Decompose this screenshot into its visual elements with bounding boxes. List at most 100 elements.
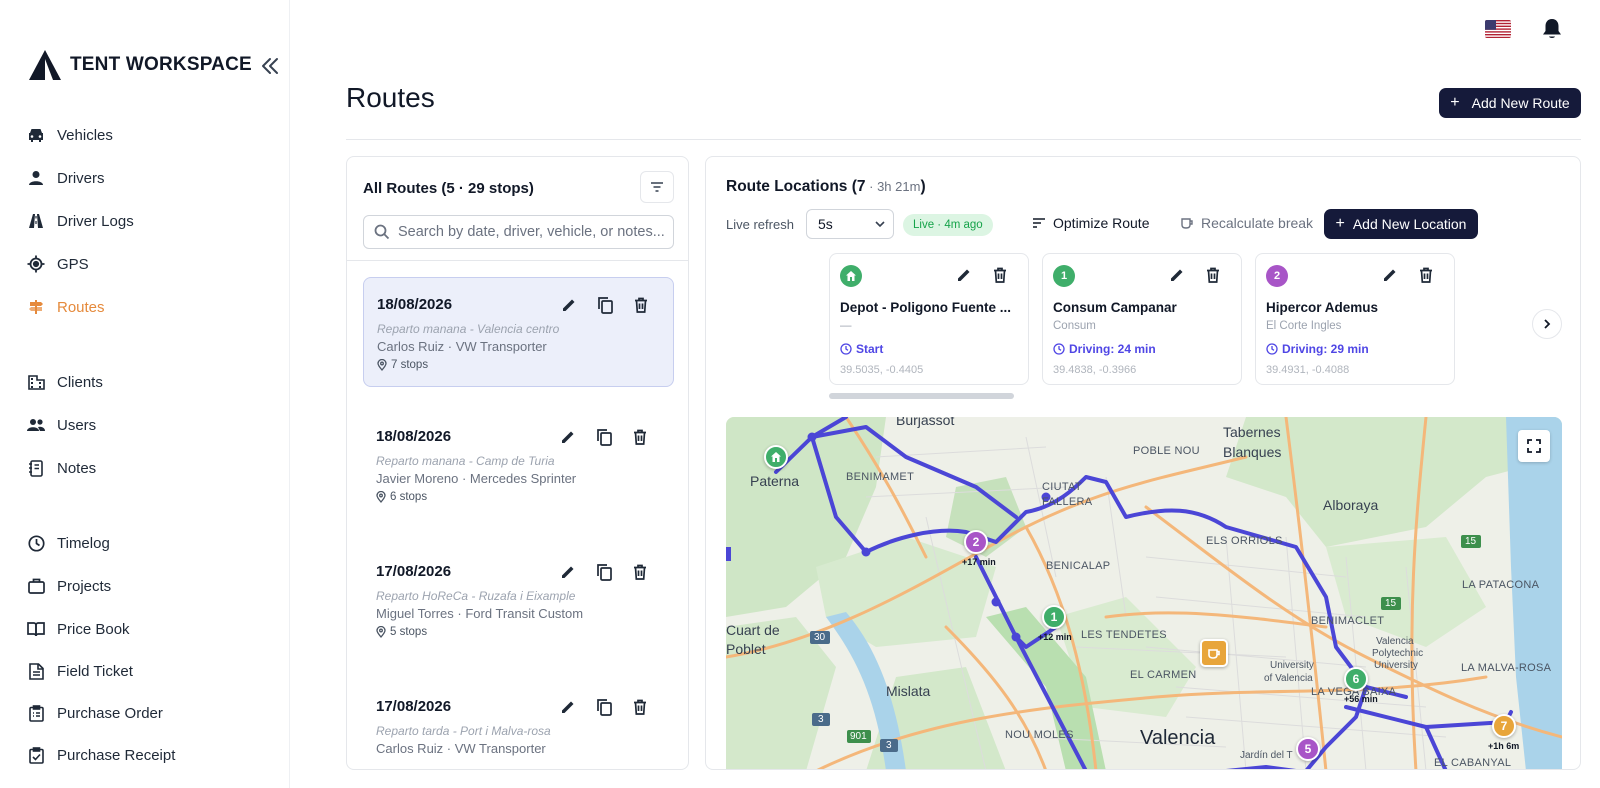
route-stops-count: 7 stops <box>391 359 429 371</box>
edit-stop-button[interactable] <box>954 265 974 285</box>
duplicate-route-button[interactable] <box>594 294 616 316</box>
sidebar-item-label: Field Ticket <box>57 662 133 680</box>
sidebar-item-timelog[interactable]: Timelog <box>26 528 110 558</box>
map-label-mislata: Mislata <box>886 683 931 699</box>
sidebar-item-notes[interactable]: Notes <box>26 453 96 483</box>
collapse-sidebar-button[interactable] <box>258 54 282 78</box>
app-root: TENT WORKSPACE Vehicles Drivers Driver L… <box>0 0 1600 788</box>
stop-driving-time: Start <box>840 342 883 356</box>
pencil-icon <box>1171 269 1183 281</box>
edit-route-button[interactable] <box>557 426 579 448</box>
map-label-burjassot: Burjassot <box>896 417 955 428</box>
chevron-right-icon <box>1544 319 1551 329</box>
map-marker-tag: +1h 6m <box>1488 741 1520 751</box>
map-marker-stop-5[interactable]: 5 <box>1296 737 1320 761</box>
delete-stop-button[interactable] <box>990 265 1010 285</box>
duplicate-route-button[interactable] <box>593 426 615 448</box>
delete-stop-button[interactable] <box>1203 265 1223 285</box>
filter-button[interactable] <box>640 171 674 203</box>
duplicate-route-button[interactable] <box>593 561 615 583</box>
map-marker-stop-6[interactable]: 6 <box>1344 667 1368 691</box>
edit-route-button[interactable] <box>558 294 580 316</box>
route-search-input[interactable] <box>398 224 668 240</box>
sidebar-item-users[interactable]: Users <box>26 410 96 440</box>
signpost-icon <box>26 297 46 317</box>
route-card[interactable]: 18/08/2026 Reparto manana - Valencia cen… <box>363 277 674 387</box>
route-date: 17/08/2026 <box>376 698 452 715</box>
live-status-badge: Live · 4m ago <box>903 214 993 236</box>
sidebar-item-label: Purchase Order <box>57 704 163 722</box>
edit-stop-button[interactable] <box>1380 265 1400 285</box>
map-label-blanques: Blanques <box>1223 444 1282 460</box>
stop-card-depot[interactable]: Depot - Poligono Fuente ... — Start 39.5… <box>829 253 1029 385</box>
map-fullscreen-button[interactable] <box>1518 430 1550 462</box>
map-label-university: University <box>1270 660 1314 671</box>
map-marker-depot[interactable] <box>764 445 788 469</box>
brand[interactable]: TENT WORKSPACE <box>28 48 252 82</box>
delete-route-button[interactable] <box>629 426 651 448</box>
stop-cards-scrollbar[interactable] <box>829 393 1014 399</box>
sidebar-item-purchase-receipt[interactable]: Purchase Receipt <box>26 740 175 770</box>
clock-icon <box>26 533 46 553</box>
sidebar-item-drivers[interactable]: Drivers <box>26 163 105 193</box>
sidebar-item-vehicles[interactable]: Vehicles <box>26 120 113 150</box>
route-map[interactable]: Burjassot Paterna BENIMAMET POBLE NOU Ta… <box>726 417 1562 769</box>
sidebar-item-routes[interactable]: Routes <box>26 292 105 322</box>
sidebar-item-field-ticket[interactable]: Field Ticket <box>26 656 133 686</box>
delete-route-button[interactable] <box>629 696 651 718</box>
map-marker-stop-1[interactable]: 1 <box>1042 605 1066 629</box>
stop-card[interactable]: 1 Consum Campanar Consum Driving: 24 min… <box>1042 253 1242 385</box>
route-card[interactable]: 17/08/2026 Reparto tarda - Port i Malva-… <box>363 680 674 769</box>
trash-icon <box>634 429 646 445</box>
double-chevron-left-icon <box>262 58 278 74</box>
route-card[interactable]: 18/08/2026 Reparto manana - Camp de Turi… <box>363 410 674 520</box>
sidebar-item-gps[interactable]: GPS <box>26 249 89 279</box>
sidebar-item-label: Drivers <box>57 169 105 187</box>
map-label-el-cabanyal: EL CABANYAL <box>1434 757 1512 769</box>
sidebar-item-driver-logs[interactable]: Driver Logs <box>26 206 134 236</box>
edit-route-button[interactable] <box>557 561 579 583</box>
route-card[interactable]: 17/08/2026 Reparto HoReCa - Ruzafa i Eix… <box>363 545 674 655</box>
stop-coordinates: 39.5035, -0.4405 <box>840 364 924 376</box>
break-marker[interactable] <box>1200 639 1228 667</box>
map-marker-stop-7[interactable]: 7 <box>1492 714 1516 738</box>
route-stops: 5 stops <box>376 626 427 638</box>
stop-card[interactable]: 2 Hipercor Ademus El Corte Ingles Drivin… <box>1255 253 1455 385</box>
plus-icon: + <box>1450 94 1460 111</box>
sidebar-item-clients[interactable]: Clients <box>26 367 103 397</box>
map-label-cuart: Cuart de <box>726 622 780 638</box>
delete-route-button[interactable] <box>629 561 651 583</box>
edit-route-button[interactable] <box>557 696 579 718</box>
delete-stop-button[interactable] <box>1416 265 1436 285</box>
sidebar-item-purchase-order[interactable]: Purchase Order <box>26 698 163 728</box>
stop-name: Depot - Poligono Fuente ... <box>840 300 1011 315</box>
duplicate-route-button[interactable] <box>593 696 615 718</box>
live-refresh-select[interactable]: 5s <box>806 209 894 239</box>
fullscreen-icon <box>1527 439 1541 453</box>
pencil-icon <box>562 431 574 443</box>
map-marker-stop-2[interactable]: 2 <box>964 530 988 554</box>
language-flag-button[interactable] <box>1485 20 1511 38</box>
recalculate-break-button[interactable]: Recalculate break <box>1180 215 1313 231</box>
map-label-tabernes: Tabernes <box>1223 424 1281 440</box>
notes-icon <box>26 458 46 478</box>
edit-stop-button[interactable] <box>1167 265 1187 285</box>
road-shield-15: 15 <box>1465 536 1477 547</box>
sidebar-item-projects[interactable]: Projects <box>26 571 111 601</box>
optimize-route-button[interactable]: Optimize Route <box>1032 215 1149 231</box>
road-shield-3: 3 <box>886 740 892 751</box>
recalculate-break-label: Recalculate break <box>1201 215 1314 231</box>
gps-icon <box>26 254 46 274</box>
sidebar-item-price-book[interactable]: Price Book <box>26 614 130 644</box>
add-new-route-button[interactable]: + Add New Route <box>1439 88 1581 118</box>
road-shield-3: 3 <box>818 714 824 725</box>
panel-separator <box>347 260 688 261</box>
map-label-benimaclet: BENIMACLET <box>1311 615 1385 627</box>
brand-name: TENT WORKSPACE <box>70 54 252 75</box>
notifications-button[interactable] <box>1541 17 1563 41</box>
delete-route-button[interactable] <box>630 294 652 316</box>
add-new-location-button[interactable]: + Add New Location <box>1324 209 1478 239</box>
route-stops-count: 6 stops <box>390 491 428 503</box>
route-locations-duration: · 3h 21m <box>865 179 921 194</box>
next-stops-button[interactable] <box>1532 309 1562 339</box>
